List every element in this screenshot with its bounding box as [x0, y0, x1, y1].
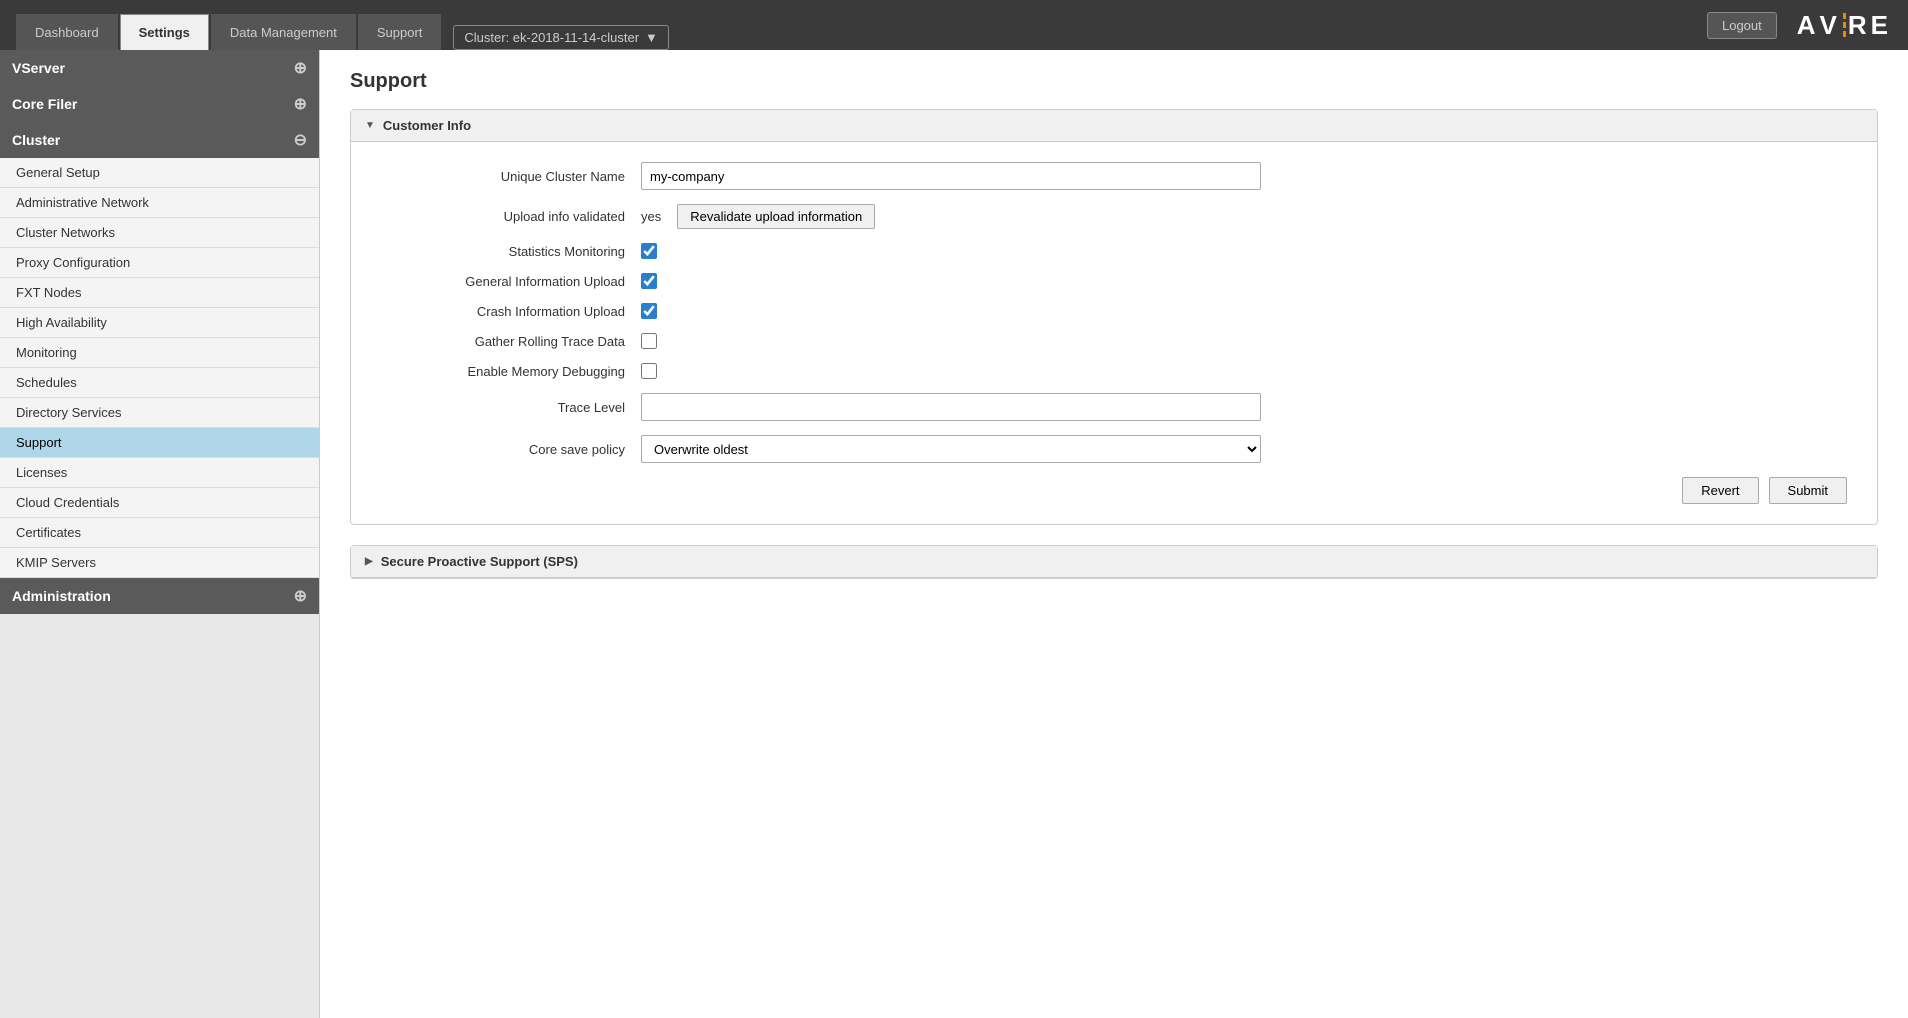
sidebar-section-vserver[interactable]: VServer ⊕ — [0, 50, 319, 86]
sidebar-item-proxy-config[interactable]: Proxy Configuration — [0, 248, 319, 278]
sidebar-section-cluster-items: General Setup Administrative Network Clu… — [0, 158, 319, 578]
statistics-monitoring-row: Statistics Monitoring — [381, 243, 1847, 259]
revalidate-button[interactable]: Revalidate upload information — [677, 204, 875, 229]
avere-logo: A V R E — [1797, 10, 1892, 41]
general-info-upload-field — [641, 273, 1261, 289]
sidebar-section-cluster[interactable]: Cluster ⊖ — [0, 122, 319, 158]
enable-memory-debug-field — [641, 363, 1261, 379]
statistics-monitoring-label: Statistics Monitoring — [381, 244, 641, 259]
cluster-selector-label: Cluster: ek-2018-11-14-cluster — [464, 30, 639, 45]
sidebar-item-fxt-nodes[interactable]: FXT Nodes — [0, 278, 319, 308]
general-info-upload-checkbox[interactable] — [641, 273, 657, 289]
statistics-monitoring-checkbox[interactable] — [641, 243, 657, 259]
vserver-expand-icon: ⊕ — [294, 58, 307, 78]
sidebar-item-schedules[interactable]: Schedules — [0, 368, 319, 398]
main-layout: VServer ⊕ Core Filer ⊕ Cluster ⊖ General… — [0, 50, 1908, 1018]
topbar-left: Dashboard Settings Data Management Suppo… — [16, 0, 669, 50]
core-save-policy-label: Core save policy — [381, 442, 641, 457]
administration-expand-icon: ⊕ — [294, 586, 307, 606]
sidebar-item-monitoring[interactable]: Monitoring — [0, 338, 319, 368]
statistics-monitoring-field — [641, 243, 1261, 259]
sidebar-item-cloud-credentials[interactable]: Cloud Credentials — [0, 488, 319, 518]
sidebar-section-administration-label: Administration — [12, 588, 111, 604]
gather-rolling-trace-checkbox[interactable] — [641, 333, 657, 349]
customer-info-section: ▼ Customer Info Unique Cluster Name Uplo… — [350, 109, 1878, 525]
enable-memory-debug-checkbox[interactable] — [641, 363, 657, 379]
sps-section: ▶ Secure Proactive Support (SPS) — [350, 545, 1878, 579]
sidebar-section-corefiler[interactable]: Core Filer ⊕ — [0, 86, 319, 122]
logo-bar-icon — [1843, 13, 1846, 37]
sidebar-item-admin-network[interactable]: Administrative Network — [0, 188, 319, 218]
revert-button[interactable]: Revert — [1682, 477, 1758, 504]
crash-info-upload-checkbox[interactable] — [641, 303, 657, 319]
content-area: Support ▼ Customer Info Unique Cluster N… — [320, 50, 1908, 1018]
sidebar-item-high-availability[interactable]: High Availability — [0, 308, 319, 338]
gather-rolling-trace-label: Gather Rolling Trace Data — [381, 334, 641, 349]
customer-info-collapse-icon: ▼ — [365, 120, 375, 131]
customer-info-content: Unique Cluster Name Upload info validate… — [351, 142, 1877, 524]
trace-level-input[interactable] — [641, 393, 1261, 421]
unique-cluster-name-label: Unique Cluster Name — [381, 169, 641, 184]
tab-support[interactable]: Support — [358, 14, 442, 50]
customer-info-header[interactable]: ▼ Customer Info — [351, 110, 1877, 142]
tab-data-management[interactable]: Data Management — [211, 14, 356, 50]
dropdown-arrow-icon: ▼ — [645, 30, 658, 45]
cluster-selector[interactable]: Cluster: ek-2018-11-14-cluster ▼ — [453, 25, 669, 50]
core-save-policy-row: Core save policy Overwrite oldest Do not… — [381, 435, 1847, 463]
enable-memory-debug-row: Enable Memory Debugging — [381, 363, 1847, 379]
customer-info-header-label: Customer Info — [383, 118, 471, 133]
crash-info-upload-label: Crash Information Upload — [381, 304, 641, 319]
unique-cluster-name-input[interactable] — [641, 162, 1261, 190]
sidebar-item-certificates[interactable]: Certificates — [0, 518, 319, 548]
upload-info-value: yes — [641, 209, 661, 224]
tab-dashboard[interactable]: Dashboard — [16, 14, 118, 50]
corefiler-expand-icon: ⊕ — [294, 94, 307, 114]
gather-rolling-trace-row: Gather Rolling Trace Data — [381, 333, 1847, 349]
form-buttons: Revert Submit — [381, 477, 1847, 504]
gather-rolling-trace-field — [641, 333, 1261, 349]
sidebar-item-directory-services[interactable]: Directory Services — [0, 398, 319, 428]
sidebar-section-vserver-label: VServer — [12, 60, 65, 76]
sidebar-item-support[interactable]: Support — [0, 428, 319, 458]
core-save-policy-select[interactable]: Overwrite oldest Do not overwrite Overwr… — [641, 435, 1261, 463]
trace-level-row: Trace Level — [381, 393, 1847, 421]
sps-expand-icon: ▶ — [365, 556, 373, 567]
sidebar-section-administration[interactable]: Administration ⊕ — [0, 578, 319, 614]
topbar: Dashboard Settings Data Management Suppo… — [0, 0, 1908, 50]
sidebar-item-kmip-servers[interactable]: KMIP Servers — [0, 548, 319, 578]
logout-button[interactable]: Logout — [1707, 12, 1777, 39]
trace-level-label: Trace Level — [381, 400, 641, 415]
page-title: Support — [350, 70, 1878, 93]
sidebar-item-licenses[interactable]: Licenses — [0, 458, 319, 488]
sps-header[interactable]: ▶ Secure Proactive Support (SPS) — [351, 546, 1877, 578]
core-save-policy-field: Overwrite oldest Do not overwrite Overwr… — [641, 435, 1261, 463]
crash-info-upload-field — [641, 303, 1261, 319]
cluster-collapse-icon: ⊖ — [294, 130, 307, 150]
trace-level-field — [641, 393, 1261, 421]
crash-info-upload-row: Crash Information Upload — [381, 303, 1847, 319]
sidebar-section-cluster-label: Cluster — [12, 132, 60, 148]
sidebar-section-corefiler-label: Core Filer — [12, 96, 77, 112]
sidebar-item-cluster-networks[interactable]: Cluster Networks — [0, 218, 319, 248]
tab-settings[interactable]: Settings — [120, 14, 209, 50]
general-info-upload-row: General Information Upload — [381, 273, 1847, 289]
enable-memory-debug-label: Enable Memory Debugging — [381, 364, 641, 379]
sps-header-label: Secure Proactive Support (SPS) — [381, 554, 578, 569]
upload-info-label: Upload info validated — [381, 209, 641, 224]
topbar-right: Logout A V R E — [1707, 10, 1892, 41]
upload-info-field: yes Revalidate upload information — [641, 204, 1261, 229]
nav-tabs: Dashboard Settings Data Management Suppo… — [16, 0, 443, 50]
sidebar-item-general-setup[interactable]: General Setup — [0, 158, 319, 188]
upload-info-row: Upload info validated yes Revalidate upl… — [381, 204, 1847, 229]
sidebar: VServer ⊕ Core Filer ⊕ Cluster ⊖ General… — [0, 50, 320, 1018]
submit-button[interactable]: Submit — [1769, 477, 1847, 504]
unique-cluster-name-field — [641, 162, 1261, 190]
general-info-upload-label: General Information Upload — [381, 274, 641, 289]
unique-cluster-name-row: Unique Cluster Name — [381, 162, 1847, 190]
